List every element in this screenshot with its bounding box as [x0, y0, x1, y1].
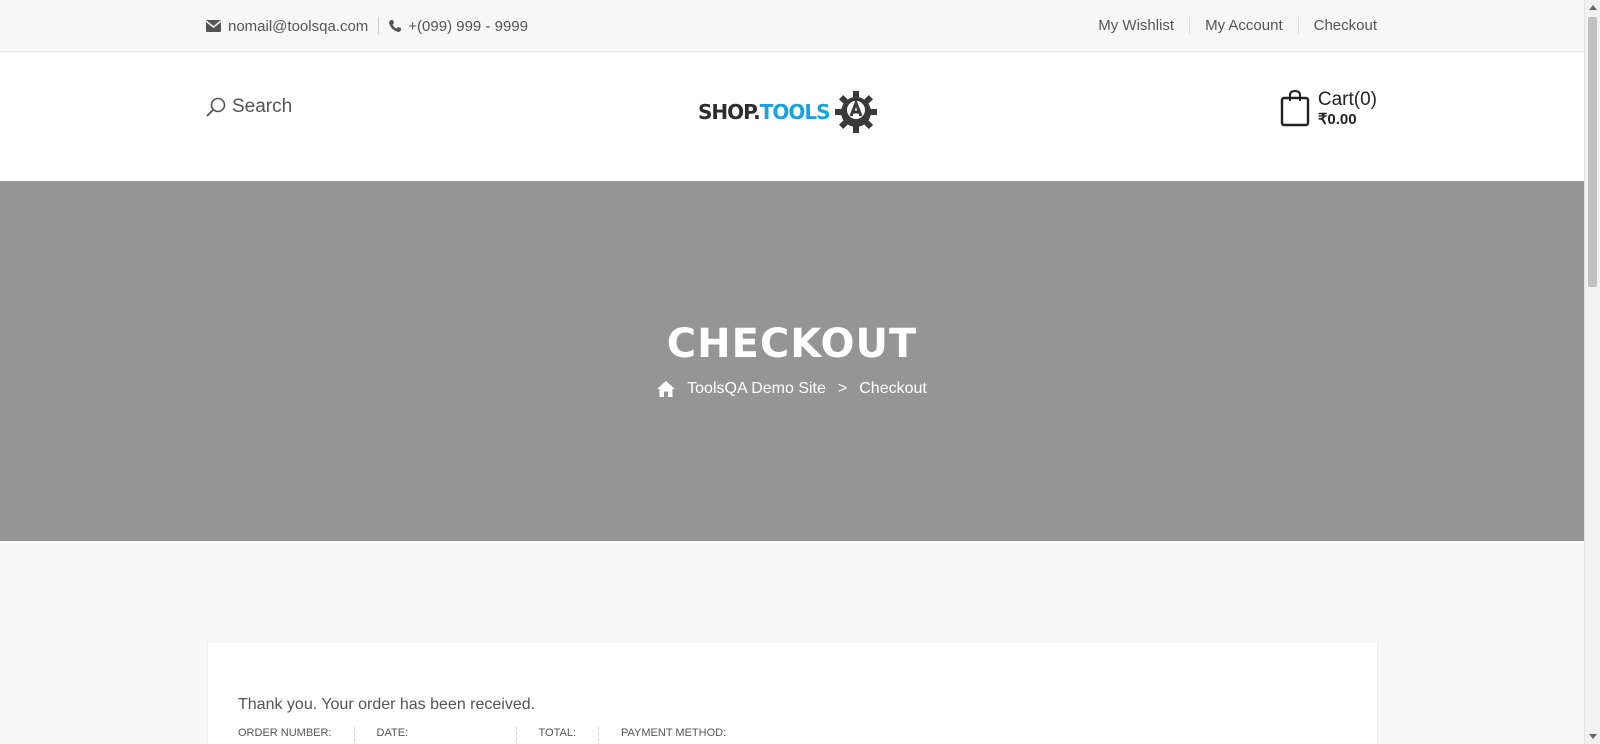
account-links: My Wishlist My Account Checkout [1083, 17, 1377, 34]
search-label: Search [232, 96, 293, 117]
payment-method-label: Payment method: [621, 727, 727, 739]
search-button[interactable]: Search [206, 96, 292, 118]
wishlist-link[interactable]: My Wishlist [1083, 17, 1189, 34]
phone-text: +(099) 999 - 9999 [408, 17, 528, 35]
page-title: CHECKOUT [666, 321, 918, 367]
order-overview: Order number: Date: Total: Payment metho… [238, 727, 770, 744]
breadcrumb: ToolsQA Demo Site > Checkout [0, 380, 1584, 398]
order-number-label: Order number: [238, 727, 355, 744]
search-icon [206, 97, 226, 117]
home-icon[interactable] [657, 381, 676, 397]
scroll-up-icon[interactable] [1589, 5, 1597, 10]
phone-icon [389, 20, 402, 32]
site-logo[interactable]: SHOP. TOOLS [698, 89, 879, 135]
email-text: nomail@toolsqa.com [228, 17, 369, 35]
cart-count: Cart(0) [1317, 88, 1377, 110]
order-received-card: Thank you. Your order has been received.… [207, 641, 1378, 744]
scroll-down-icon[interactable] [1589, 734, 1597, 739]
order-total-label: Total: [539, 727, 600, 744]
breadcrumb-current: Checkout [859, 380, 927, 397]
order-thanks-message: Thank you. Your order has been received. [238, 696, 536, 713]
top-bar: nomail@toolsqa.com +(099) 999 - 9999 My … [0, 0, 1584, 52]
contact-info: nomail@toolsqa.com +(099) 999 - 9999 [206, 17, 528, 35]
breadcrumb-separator: > [837, 380, 848, 397]
logo-tools: TOOLS [759, 100, 831, 124]
shopping-bag-icon [1280, 89, 1310, 127]
gear-logo-icon [834, 91, 877, 133]
site-header: Search SHOP. TOOLS Cart(0) ₹0.00 [0, 53, 1584, 181]
scrollbar-thumb[interactable] [1588, 17, 1597, 287]
email-item[interactable]: nomail@toolsqa.com [206, 18, 368, 35]
scrollbar[interactable] [1584, 0, 1600, 744]
breadcrumb-home-link[interactable]: ToolsQA Demo Site [687, 380, 826, 398]
page-banner: CHECKOUT ToolsQA Demo Site > Checkout [0, 181, 1584, 541]
envelope-icon [206, 20, 221, 32]
order-date-label: Date: [377, 727, 517, 744]
checkout-link[interactable]: Checkout [1297, 17, 1377, 34]
cart-widget[interactable]: Cart(0) ₹0.00 [1280, 89, 1377, 127]
cart-text: Cart(0) ₹0.00 [1318, 90, 1377, 127]
logo-shop: SHOP. [698, 100, 761, 124]
phone-item[interactable]: +(099) 999 - 9999 [389, 18, 528, 35]
divider [378, 17, 380, 35]
cart-total: ₹0.00 [1317, 110, 1357, 128]
my-account-link[interactable]: My Account [1189, 17, 1298, 34]
